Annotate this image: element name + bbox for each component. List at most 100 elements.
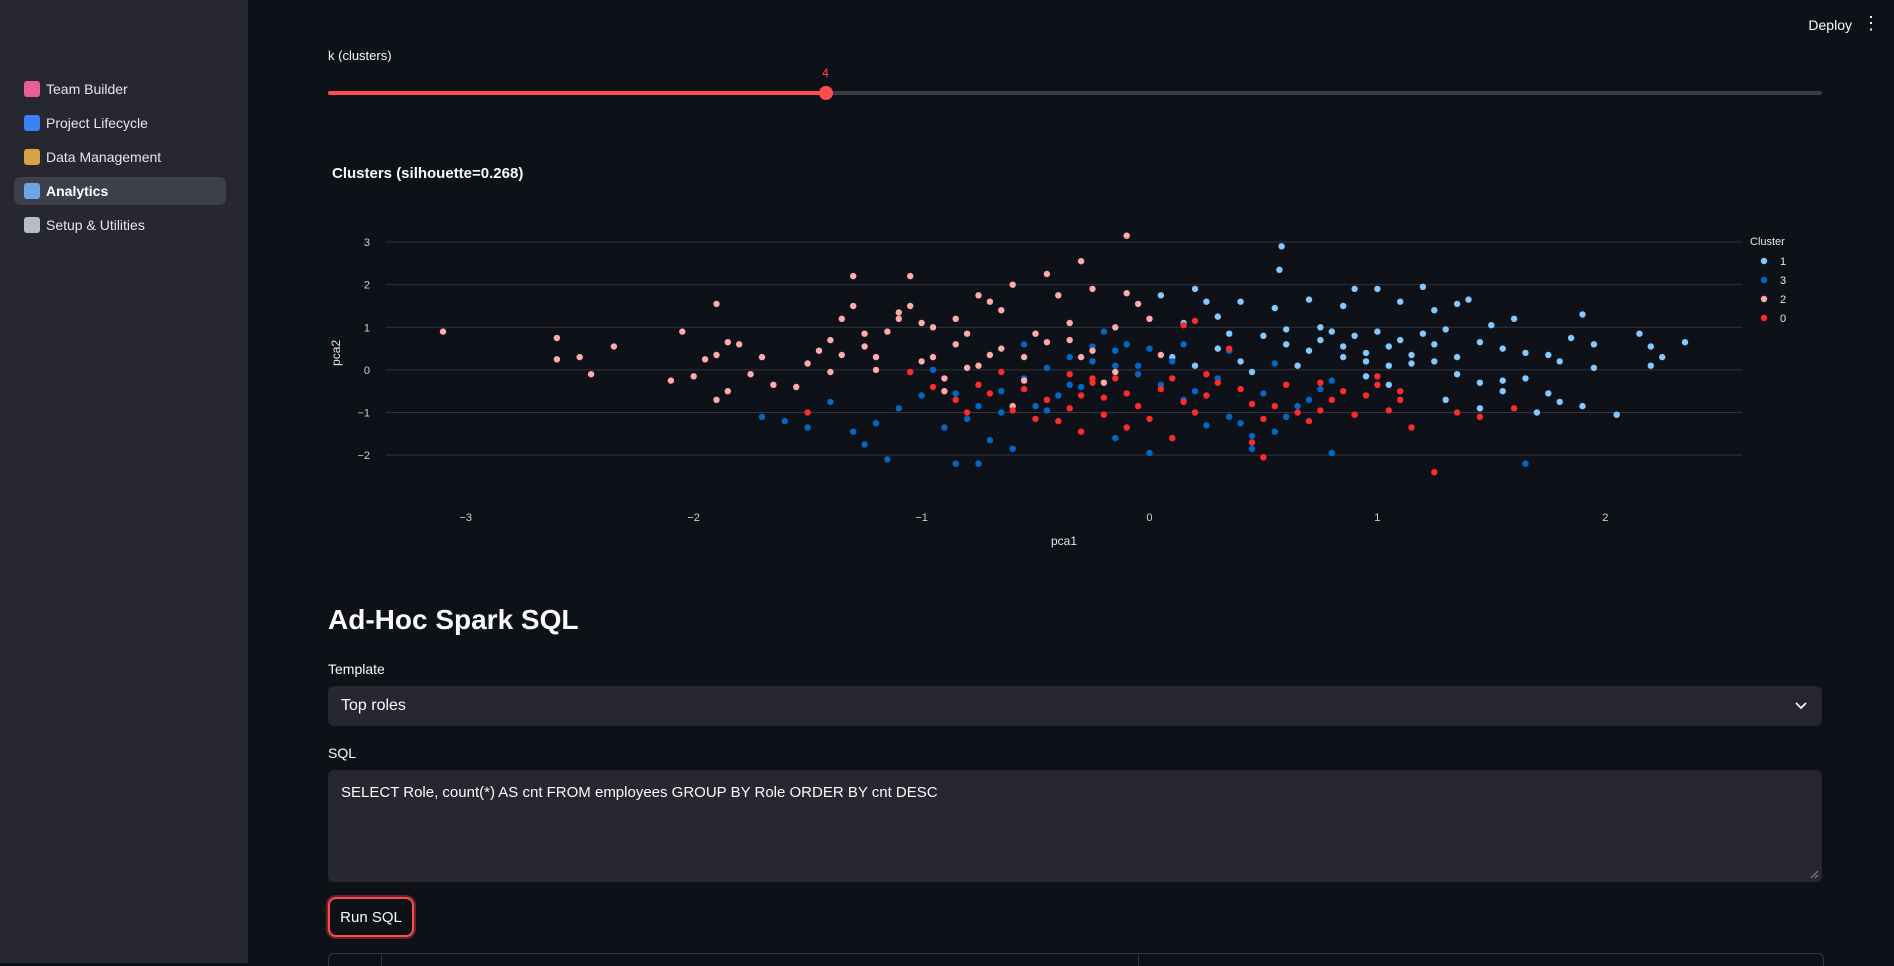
data-point: [1226, 330, 1233, 337]
data-point: [975, 381, 982, 388]
legend-entry: 1: [1780, 256, 1786, 268]
slider-thumb[interactable]: [818, 86, 833, 100]
sidebar-item-label: Setup & Utilities: [46, 217, 145, 233]
sidebar-item-team-builder[interactable]: Team Builder: [14, 75, 226, 103]
data-point: [1134, 362, 1142, 369]
data-point: [1556, 358, 1563, 365]
data-point: [1191, 388, 1199, 395]
legend-swatch: [1760, 257, 1768, 265]
data-point: [1134, 402, 1142, 410]
data-point: [1043, 270, 1051, 278]
data-point: [975, 292, 982, 299]
data-point: [1442, 326, 1449, 333]
sql-label: SQL: [328, 745, 357, 761]
data-point: [1465, 296, 1472, 303]
data-point: [1123, 341, 1130, 348]
data-point: [1510, 405, 1518, 412]
data-point: [1214, 313, 1221, 320]
sql-textarea[interactable]: SELECT Role, count(*) AS cnt FROM employ…: [328, 770, 1822, 882]
sidebar-item-setup-utilities[interactable]: Setup & Utilities: [14, 211, 226, 239]
legend-swatch: [1760, 314, 1768, 322]
data-point: [1123, 424, 1130, 431]
data-point: [952, 390, 959, 397]
sidebar-item-label: Team Builder: [46, 81, 128, 97]
legend-title: Cluster: [1750, 236, 1785, 248]
data-point: [815, 347, 823, 354]
data-point: [986, 390, 994, 397]
x-tick-label: 1: [1374, 512, 1380, 524]
data-point: [1237, 420, 1244, 427]
data-point: [1169, 434, 1176, 442]
data-point: [975, 402, 982, 410]
data-point: [929, 383, 937, 391]
data-point: [1317, 385, 1324, 393]
data-point: [941, 375, 948, 382]
sidebar-item-project-lifecycle[interactable]: Project Lifecycle: [14, 109, 226, 137]
data-point: [1032, 402, 1039, 410]
data-point: [1226, 345, 1233, 352]
data-point: [1226, 413, 1233, 420]
data-point: [1453, 409, 1461, 416]
data-point: [1317, 407, 1324, 414]
data-point: [1294, 409, 1301, 416]
resize-handle-icon[interactable]: [1809, 869, 1819, 879]
data-point: [1278, 243, 1285, 250]
chevron-down-icon: [1795, 702, 1807, 710]
template-select[interactable]: Top roles: [328, 686, 1822, 726]
data-point: [1397, 298, 1404, 305]
data-point: [1317, 379, 1324, 386]
data-point: [975, 362, 982, 369]
data-point: [1351, 285, 1358, 293]
data-point: [1647, 362, 1655, 369]
data-point: [963, 409, 971, 416]
data-point: [998, 388, 1005, 395]
data-point: [1522, 460, 1529, 467]
data-point: [1146, 315, 1153, 322]
data-point: [1077, 428, 1085, 435]
data-point: [701, 356, 709, 363]
chart-title: Clusters (silhouette=0.268): [332, 165, 524, 182]
data-point: [667, 377, 675, 384]
data-point: [1237, 385, 1244, 393]
data-point: [1180, 398, 1187, 406]
data-point: [576, 353, 583, 361]
data-point: [1659, 353, 1666, 361]
data-point: [1408, 360, 1415, 367]
data-point: [1522, 349, 1529, 357]
data-point: [1476, 405, 1484, 412]
data-point: [1043, 396, 1051, 403]
data-point: [1112, 347, 1119, 354]
data-point: [1214, 379, 1221, 386]
kebab-menu-icon[interactable]: ⋮: [1862, 14, 1880, 32]
data-point: [1499, 388, 1506, 395]
data-point: [1032, 415, 1039, 423]
data-point: [1100, 328, 1108, 335]
data-point: [1317, 336, 1324, 344]
data-point: [1123, 290, 1130, 297]
data-point: [1305, 417, 1313, 425]
data-point: [1328, 396, 1335, 403]
data-point: [1385, 362, 1393, 369]
data-point: [1203, 422, 1210, 429]
data-point: [1100, 379, 1108, 386]
data-point: [1089, 358, 1096, 365]
data-point: [952, 396, 959, 403]
run-sql-button[interactable]: Run SQL: [328, 897, 414, 937]
data-point: [1276, 266, 1283, 273]
data-point: [850, 428, 857, 435]
data-point: [1476, 413, 1484, 420]
data-point: [690, 373, 697, 380]
data-point: [1066, 336, 1073, 344]
bar-chart-icon: [24, 183, 40, 199]
k-clusters-slider[interactable]: 4: [328, 66, 1822, 100]
data-point: [1385, 407, 1393, 414]
deploy-button[interactable]: Deploy: [1808, 17, 1852, 33]
data-point: [850, 302, 857, 310]
data-point: [1146, 345, 1153, 352]
sidebar-item-data-management[interactable]: Data Management: [14, 143, 226, 171]
sidebar-item-analytics[interactable]: Analytics: [14, 177, 226, 205]
data-point: [1180, 341, 1187, 348]
data-point: [1066, 353, 1073, 361]
data-point: [1146, 415, 1153, 423]
data-point: [1545, 390, 1552, 397]
